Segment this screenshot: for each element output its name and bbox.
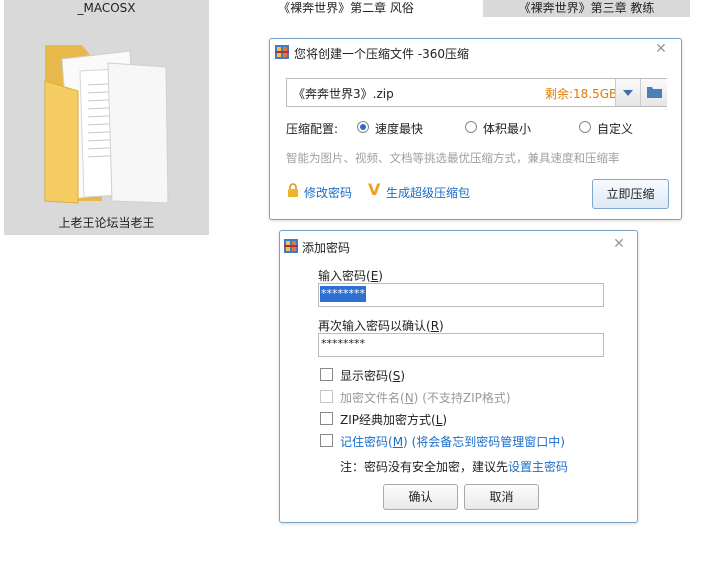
folder-tile-chapter3-label[interactable]: 《裸奔世界》第三章 教练 <box>483 0 690 17</box>
super-compress-link[interactable]: 生成超级压缩包 <box>386 184 470 201</box>
config-label: 压缩配置: <box>286 122 339 136</box>
folder-label: 上老王论坛当老王 <box>58 216 155 230</box>
lock-icon <box>288 183 298 197</box>
remaining-space: 剩余:18.5GB <box>545 87 618 101</box>
show-password-label: 显示密码(S) <box>340 369 405 383</box>
security-note: 注：密码没有安全加密，建议先设置主密码 <box>340 460 569 474</box>
browse-folder-button[interactable] <box>640 79 667 106</box>
compress-dialog: 您将创建一个压缩文件 -360压缩 ✕ 《奔奔世界3》.zip 剩余:18.5G… <box>269 38 682 220</box>
filename-value: 《奔奔世界3》.zip <box>293 87 394 101</box>
confirm-button[interactable]: 确认 <box>383 484 458 510</box>
option-smallest-label: 体积最小 <box>483 122 532 136</box>
close-icon[interactable]: ✕ <box>612 237 626 251</box>
confirm-password-label: 再次输入密码以确认(R) <box>318 319 444 333</box>
password-label: 输入密码(E) <box>318 269 383 283</box>
password-input[interactable]: ******** <box>318 283 604 307</box>
option-fastest-label: 速度最快 <box>375 122 424 136</box>
set-master-password-link[interactable]: 设置主密码 <box>508 460 568 474</box>
zip-classic-label: ZIP经典加密方式(L) <box>340 413 448 427</box>
show-password-checkbox[interactable] <box>320 368 333 381</box>
super-compress-v-icon: V <box>368 180 381 199</box>
folder-tile-macosx-label[interactable]: _MACOSX <box>4 0 209 17</box>
option-custom-label: 自定义 <box>597 122 634 136</box>
dialog-title: 您将创建一个压缩文件 -360压缩 <box>294 47 470 61</box>
cancel-button[interactable]: 取消 <box>464 484 539 510</box>
filename-field[interactable]: 《奔奔世界3》.zip 剩余:18.5GB <box>286 78 667 107</box>
archive-app-icon <box>275 45 289 59</box>
encrypt-filenames-label: 加密文件名(N) (不支持ZIP格式) <box>340 391 511 405</box>
compress-now-button[interactable]: 立即压缩 <box>592 179 669 209</box>
remember-password-checkbox[interactable] <box>320 434 333 447</box>
encrypt-filenames-checkbox[interactable] <box>320 390 333 403</box>
confirm-password-value: ******** <box>321 337 365 350</box>
confirm-password-input[interactable]: ******** <box>318 333 604 357</box>
folder-icon <box>44 45 169 204</box>
compression-hint: 智能为图片、视频、文档等挑选最优压缩方式，兼具速度和压缩率 <box>286 151 620 165</box>
dialog-title: 添加密码 <box>302 241 351 255</box>
radio-custom[interactable] <box>579 121 591 133</box>
close-icon[interactable]: ✕ <box>654 42 668 56</box>
radio-smallest[interactable] <box>465 121 477 133</box>
chevron-down-icon <box>623 90 633 96</box>
add-password-dialog: 添加密码 ✕ 输入密码(E) ******** 再次输入密码以确认(R) ***… <box>279 230 638 523</box>
radio-fastest[interactable] <box>357 121 369 133</box>
password-value: ******** <box>320 286 366 302</box>
remember-password-label: 记住密码(M) (将会备忘到密码管理窗口中) <box>340 435 565 449</box>
archive-app-icon <box>284 239 298 253</box>
folder-open-icon <box>647 87 662 98</box>
zip-classic-checkbox[interactable] <box>320 412 333 425</box>
selected-folder-tile[interactable]: 上老王论坛当老王 <box>4 17 209 235</box>
path-dropdown-button[interactable] <box>615 79 640 106</box>
folder-tile-chapter2-label[interactable]: 《裸奔世界》第二章 风俗 <box>209 0 483 17</box>
change-password-link[interactable]: 修改密码 <box>304 184 352 201</box>
